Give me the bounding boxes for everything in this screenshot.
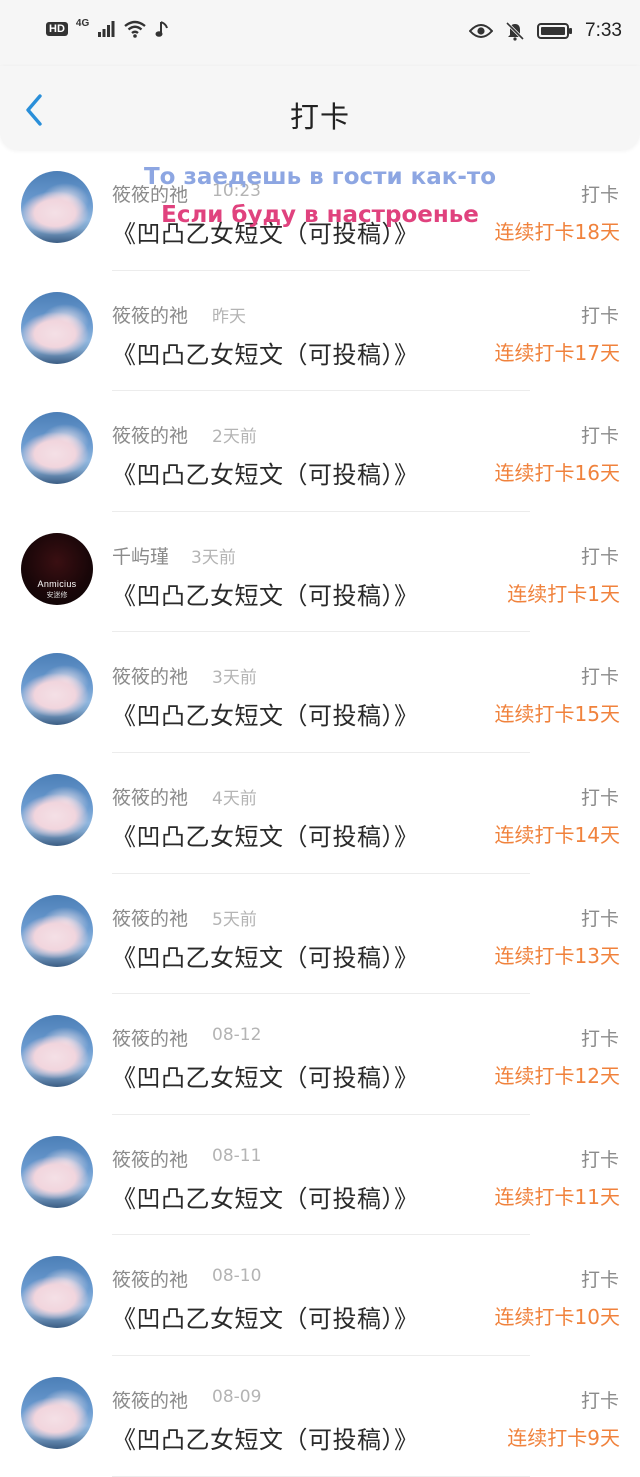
action-label: 打卡 — [580, 1028, 619, 1051]
action-label: 打卡 — [580, 304, 619, 327]
clock: 7:33 — [585, 20, 622, 41]
username[interactable]: 筱筱的祂 — [112, 783, 188, 810]
eye-icon — [469, 24, 494, 38]
checkin-item[interactable]: 筱筱的祂 08-11 打卡 《凹凸乙女短文（可投稿）》 连续打卡11天 — [0, 1115, 640, 1236]
avatar-caption: Anmicius — [37, 578, 77, 589]
page-title: 打卡 — [289, 100, 350, 134]
checkin-topic[interactable]: 《凹凸乙女短文（可投稿）》 — [112, 1179, 419, 1214]
streak-label: 连续打卡9天 — [507, 1425, 620, 1450]
music-note-icon — [155, 21, 169, 37]
streak-label: 连续打卡12天 — [494, 1064, 620, 1089]
action-label: 打卡 — [580, 907, 619, 930]
username[interactable]: 筱筱的祂 — [112, 421, 188, 448]
checkin-item[interactable]: Anmicius 安迷修 千屿瑾 3天前 打卡 《凹凸乙女短文（可投稿）》 连续… — [0, 512, 640, 633]
streak-label: 连续打卡14天 — [494, 822, 620, 847]
avatar[interactable] — [21, 1376, 93, 1449]
avatar[interactable] — [21, 773, 93, 846]
checkin-item[interactable]: 筱筱的祂 10:23 打卡 《凹凸乙女短文（可投稿）》 连续打卡18天 — [0, 150, 640, 271]
post-time: 08-09 — [212, 1386, 262, 1407]
action-label: 打卡 — [580, 1269, 619, 1292]
streak-label: 连续打卡17天 — [494, 340, 620, 365]
top-app-bar: 打卡 — [0, 66, 640, 150]
avatar[interactable] — [21, 1256, 93, 1329]
signal-icon — [98, 21, 115, 37]
streak-label: 连续打卡1天 — [507, 581, 620, 606]
checkin-topic[interactable]: 《凹凸乙女短文（可投稿）》 — [112, 817, 419, 852]
action-label: 打卡 — [580, 184, 619, 206]
post-time: 08-12 — [212, 1025, 262, 1046]
post-time: 08-11 — [212, 1145, 262, 1166]
status-left-icons: HD 4G — [46, 17, 169, 38]
checkin-item[interactable]: 筱筱的祂 08-09 打卡 《凹凸乙女短文（可投稿）》 连续打卡9天 — [0, 1356, 640, 1477]
username[interactable]: 筱筱的祂 — [112, 180, 188, 207]
avatar[interactable] — [21, 1135, 93, 1208]
checkin-topic[interactable]: 《凹凸乙女短文（可投稿）》 — [112, 335, 419, 370]
battery-icon — [537, 23, 573, 39]
checkin-item[interactable]: 筱筱的祂 08-10 打卡 《凹凸乙女短文（可投稿）》 连续打卡10天 — [0, 1235, 640, 1356]
action-label: 打卡 — [580, 1148, 619, 1171]
avatar[interactable] — [21, 653, 93, 726]
checkin-item[interactable]: 筱筱的祂 昨天 打卡 《凹凸乙女短文（可投稿）》 连续打卡17天 — [0, 271, 640, 392]
avatar[interactable] — [21, 171, 93, 243]
checkin-topic[interactable]: 《凹凸乙女短文（可投稿）》 — [112, 455, 419, 490]
streak-label: 连续打卡13天 — [494, 943, 620, 968]
streak-label: 连续打卡15天 — [494, 702, 620, 727]
action-label: 打卡 — [580, 545, 619, 568]
avatar[interactable] — [21, 412, 93, 485]
username[interactable]: 筱筱的祂 — [112, 1145, 188, 1172]
streak-label: 连续打卡11天 — [494, 1184, 620, 1209]
action-label: 打卡 — [580, 666, 619, 689]
checkin-item[interactable]: 筱筱的祂 4天前 打卡 《凹凸乙女短文（可投稿）》 连续打卡14天 — [0, 753, 640, 874]
checkin-item[interactable]: 筱筱的祂 08-12 打卡 《凹凸乙女短文（可投稿）》 连续打卡12天 — [0, 994, 640, 1115]
checkin-item[interactable]: 筱筱的祂 2天前 打卡 《凹凸乙女短文（可投稿）》 连续打卡16天 — [0, 391, 640, 512]
checkin-topic[interactable]: 《凹凸乙女短文（可投稿）》 — [112, 696, 419, 731]
checkin-feed[interactable]: 筱筱的祂 10:23 打卡 《凹凸乙女短文（可投稿）》 连续打卡18天 筱筱的祂… — [0, 150, 640, 1477]
checkin-topic[interactable]: 《凹凸乙女短文（可投稿）》 — [112, 1058, 419, 1093]
avatar-subcaption: 安迷修 — [46, 590, 68, 599]
bell-muted-icon — [505, 21, 525, 41]
streak-label: 连续打卡10天 — [494, 1305, 620, 1330]
status-bar: HD 4G 7:33 — [0, 0, 640, 66]
avatar[interactable] — [21, 291, 93, 364]
checkin-topic[interactable]: 《凹凸乙女短文（可投稿）》 — [112, 1420, 419, 1455]
post-time: 08-10 — [212, 1266, 262, 1287]
avatar[interactable] — [21, 894, 93, 967]
post-time: 4天前 — [212, 788, 257, 809]
checkin-topic[interactable]: 《凹凸乙女短文（可投稿）》 — [112, 938, 419, 973]
username[interactable]: 千屿瑾 — [112, 542, 169, 569]
username[interactable]: 筱筱的祂 — [112, 662, 188, 689]
checkin-item[interactable]: 筱筱的祂 5天前 打卡 《凹凸乙女短文（可投稿）》 连续打卡13天 — [0, 874, 640, 995]
post-time: 2天前 — [212, 427, 257, 448]
username[interactable]: 筱筱的祂 — [112, 1386, 188, 1413]
username[interactable]: 筱筱的祂 — [112, 904, 188, 931]
checkin-item[interactable]: 筱筱的祂 3天前 打卡 《凹凸乙女短文（可投稿）》 连续打卡15天 — [0, 632, 640, 753]
username[interactable]: 筱筱的祂 — [112, 1024, 188, 1051]
streak-label: 连续打卡16天 — [494, 461, 620, 486]
wifi-icon — [124, 20, 146, 38]
post-time: 3天前 — [191, 547, 236, 568]
status-right-icons: 7:33 — [469, 20, 622, 42]
action-label: 打卡 — [580, 425, 619, 448]
checkin-topic[interactable]: 《凹凸乙女短文（可投稿）》 — [112, 1299, 419, 1334]
action-label: 打卡 — [580, 786, 619, 809]
username[interactable]: 筱筱的祂 — [112, 1265, 188, 1292]
avatar[interactable] — [21, 1015, 93, 1088]
checkin-topic[interactable]: 《凹凸乙女短文（可投稿）》 — [112, 576, 419, 611]
hd-indicator: HD — [46, 22, 68, 36]
avatar[interactable]: Anmicius 安迷修 — [21, 532, 93, 605]
post-time: 3天前 — [212, 668, 257, 689]
post-time: 5天前 — [212, 909, 257, 930]
checkin-topic[interactable]: 《凹凸乙女短文（可投稿）》 — [112, 214, 419, 249]
post-time: 10:23 — [212, 181, 261, 201]
username[interactable]: 筱筱的祂 — [112, 301, 188, 328]
post-time: 昨天 — [212, 306, 246, 327]
action-label: 打卡 — [580, 1389, 619, 1412]
network-type-label: 4G — [75, 17, 90, 29]
streak-label: 连续打卡18天 — [494, 220, 620, 244]
